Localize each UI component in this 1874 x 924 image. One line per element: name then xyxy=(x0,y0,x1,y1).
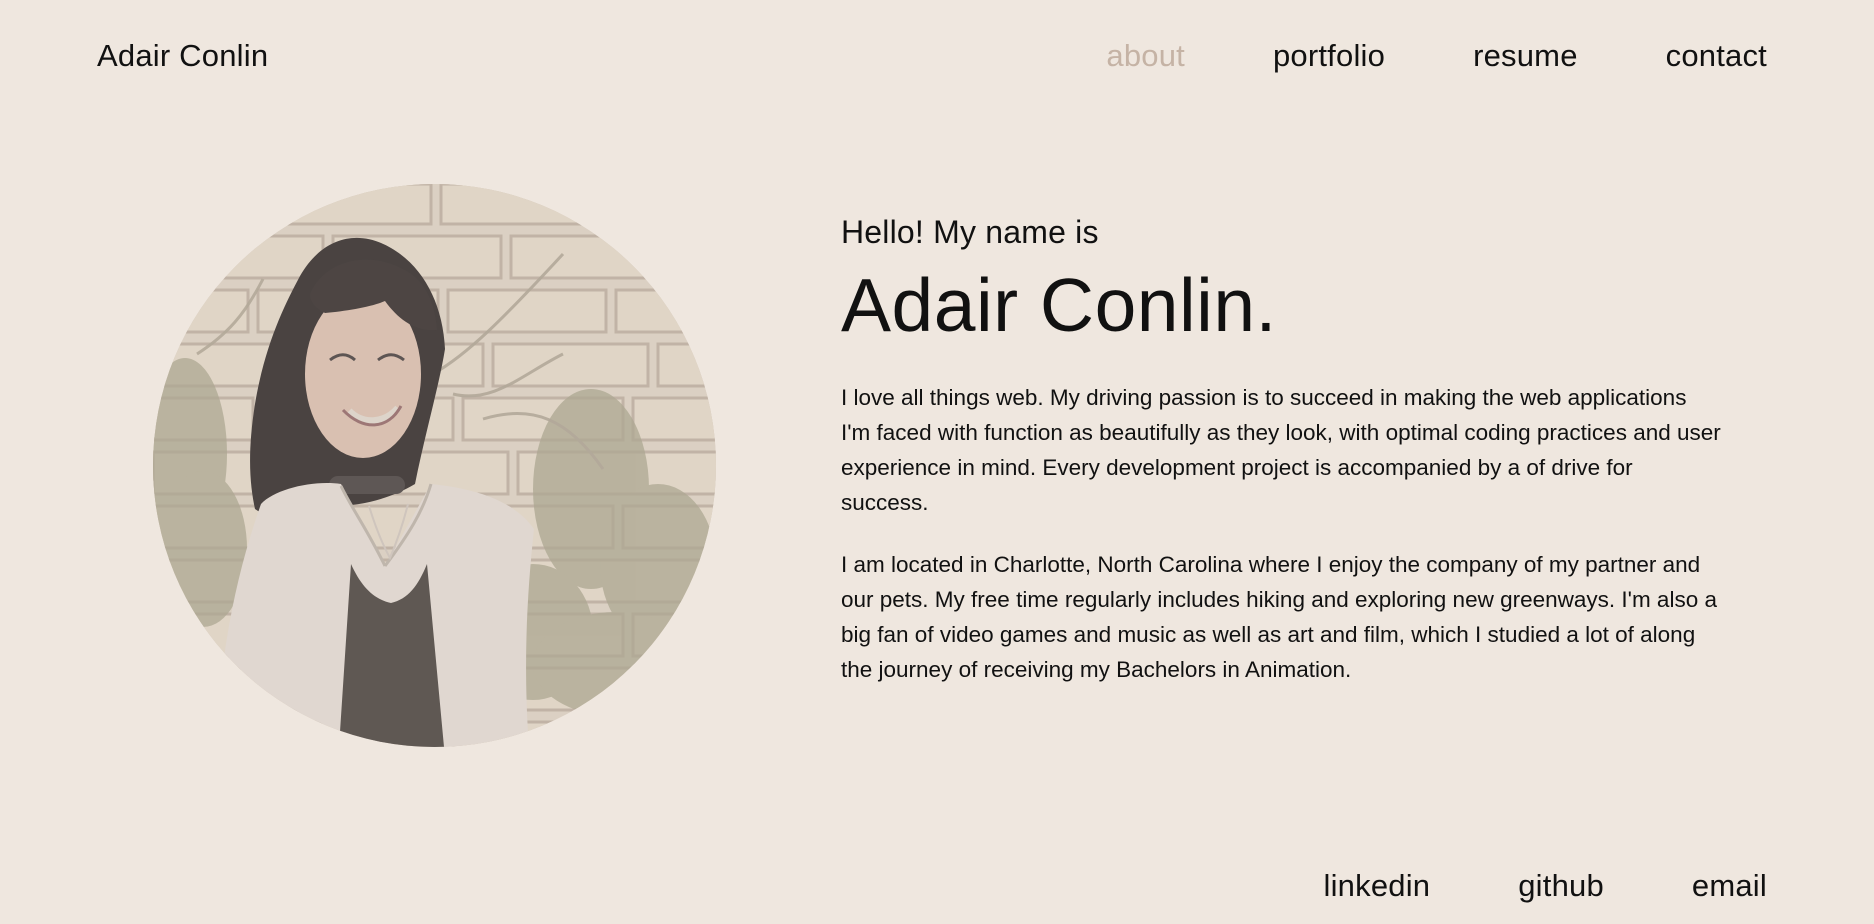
profile-photo-image xyxy=(153,184,716,747)
greeting-text: Hello! My name is xyxy=(841,214,1099,250)
github-link[interactable]: github xyxy=(1518,866,1604,906)
email-link[interactable]: email xyxy=(1692,866,1767,906)
main-navigation: about portfolio resume contact xyxy=(1106,36,1767,76)
nav-contact[interactable]: contact xyxy=(1666,36,1767,76)
nav-about[interactable]: about xyxy=(1106,36,1185,76)
site-logo[interactable]: Adair Conlin xyxy=(97,36,268,76)
social-links: linkedin github email xyxy=(1324,866,1768,906)
nav-portfolio[interactable]: portfolio xyxy=(1273,36,1385,76)
intro-section: Hello! My name is Adair Conlin. I love a… xyxy=(841,212,1721,687)
linkedin-link[interactable]: linkedin xyxy=(1324,866,1431,906)
bio-paragraph-1: I love all things web. My driving passio… xyxy=(841,385,1721,515)
bio-paragraph-2: I am located in Charlotte, North Carolin… xyxy=(841,552,1717,682)
name-heading: Adair Conlin. xyxy=(841,263,1277,347)
nav-resume[interactable]: resume xyxy=(1473,36,1578,76)
profile-photo xyxy=(153,184,716,747)
